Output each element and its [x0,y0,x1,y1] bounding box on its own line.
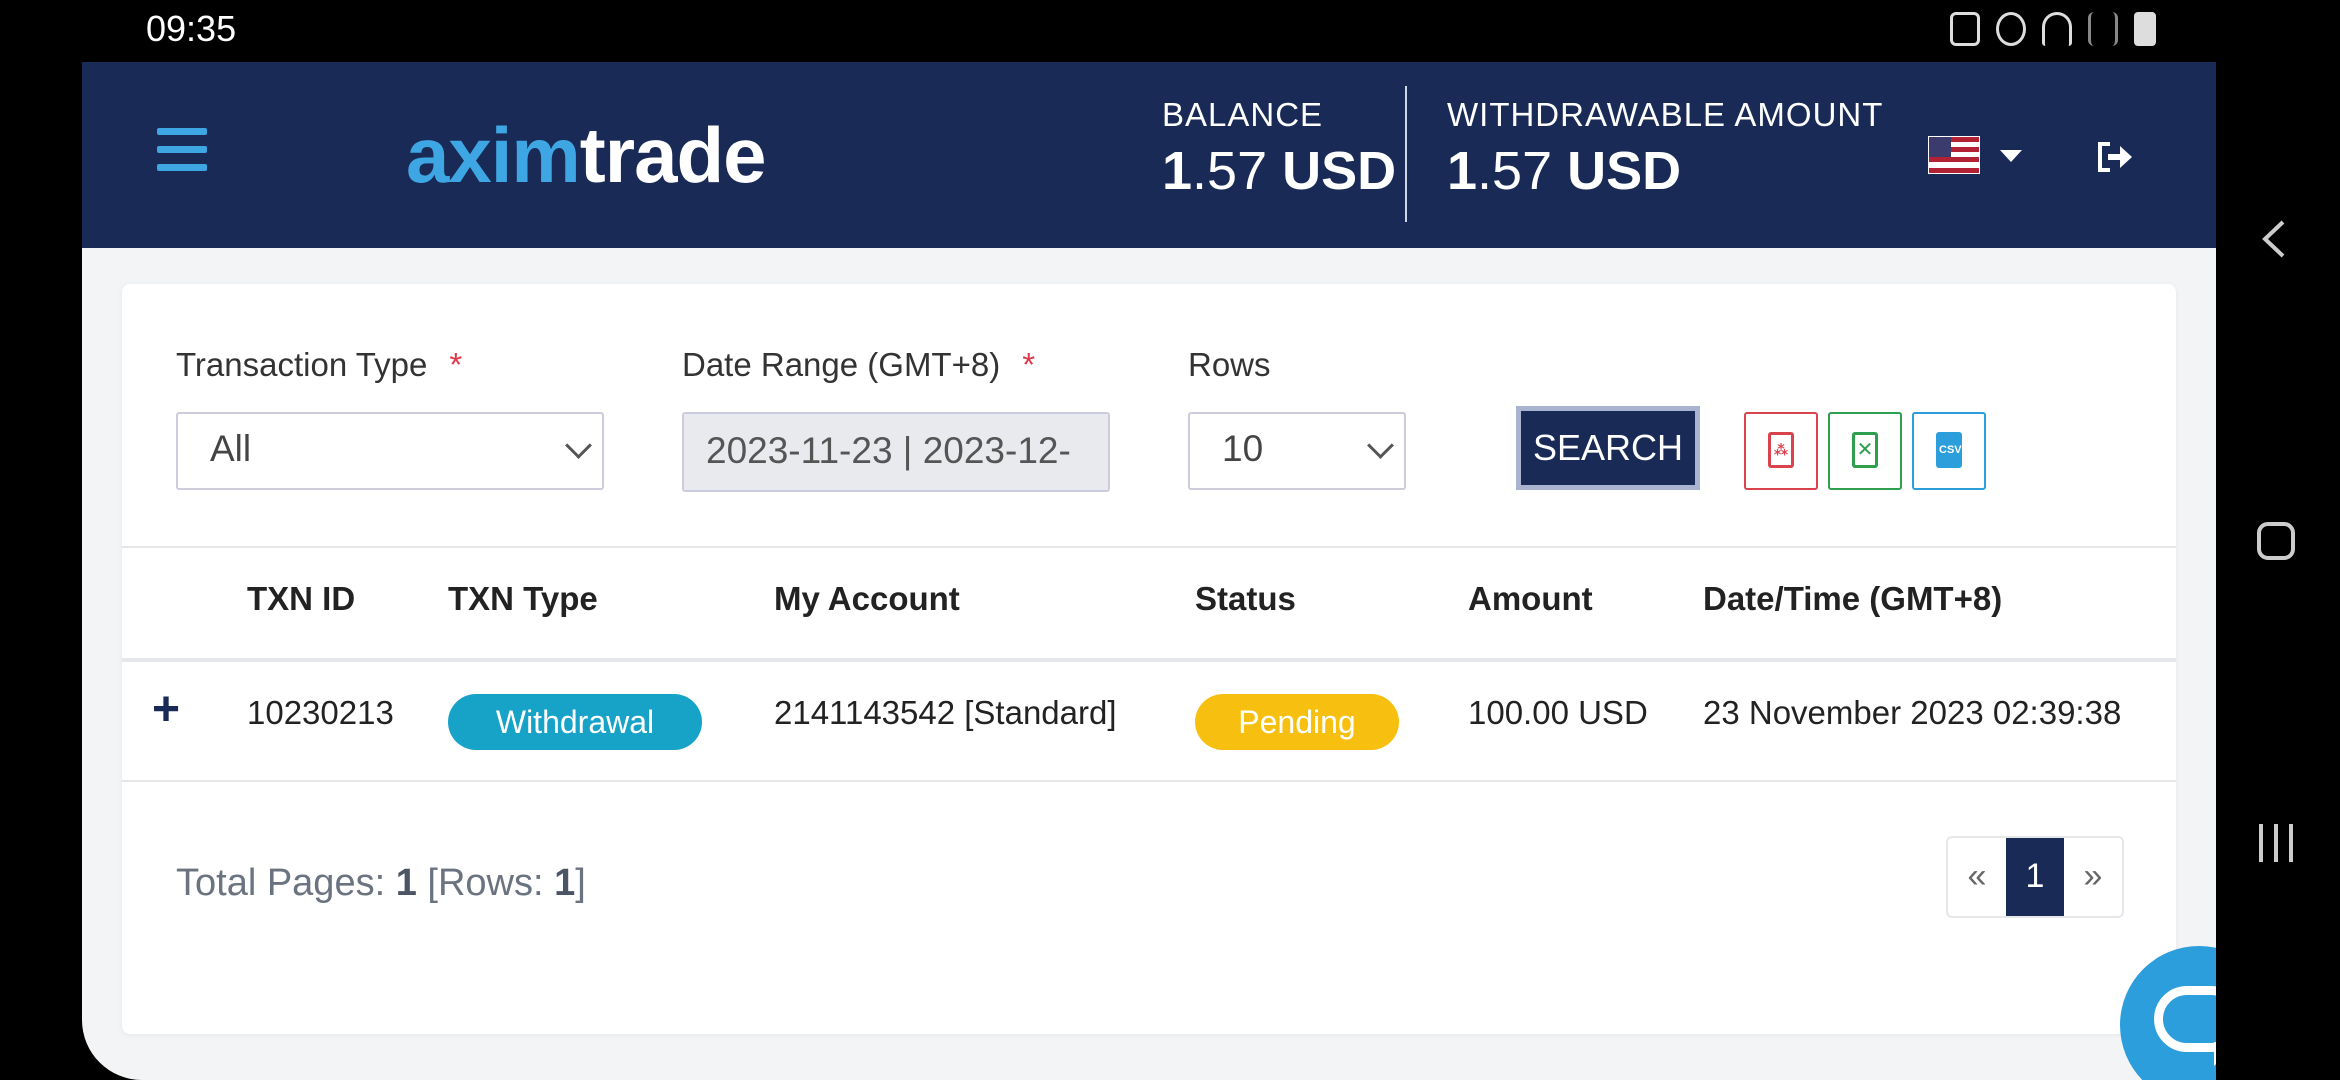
total-pages-value: 1 [395,862,417,904]
cell-txn-id: 10230213 [247,694,394,731]
alarm-icon [1996,12,2026,46]
rows-value: 10 [1222,428,1264,469]
pdf-icon: ⁂ [1768,432,1794,468]
withdrawable-dec: .57 [1477,141,1553,201]
balance-currency: USD [1282,141,1397,201]
status-time: 09:35 [146,8,237,49]
status-bar: 09:35 [0,0,2216,62]
header-amount: Amount [1468,580,1593,617]
chevron-down-icon [1367,432,1394,459]
total-pages-text: Total Pages: 1 [Rows: 1] [176,862,586,904]
back-icon[interactable] [2251,214,2301,264]
status-icons [1950,12,2156,46]
header-my-account: My Account [774,580,960,617]
withdrawable-int: 1 [1447,141,1478,201]
header-txn-id: TXN ID [247,580,356,617]
language-dropdown-caret[interactable] [2000,150,2022,162]
logo-part-axim: axim [406,111,581,199]
transaction-type-label-text: Transaction Type [176,346,428,383]
withdrawable-value: 1.57 USD [1447,140,1883,202]
page-1-button[interactable]: 1 [2006,838,2064,916]
app-viewport: aximtrade BALANCE 1.57 USD WITHDRAWABLE … [82,62,2216,1080]
withdrawable-block: WITHDRAWABLE AMOUNT 1.57 USD [1447,96,1883,202]
status-badge: Pending [1195,694,1399,750]
wifi-icon [2042,12,2072,46]
battery-saver-icon [1950,12,1980,46]
logo-part-trade: trade [579,111,767,199]
cell-datetime: 23 November 2023 02:39:38 [1703,694,2122,731]
chevron-down-icon [565,432,592,459]
total-pages-label: Total Pages: [176,862,386,904]
rows-count-label: Rows: [437,862,544,904]
balance-value: 1.57 USD [1162,140,1396,202]
rows-select[interactable]: 10 [1188,412,1406,490]
battery-icon [2134,12,2156,46]
header-status: Status [1195,580,1296,617]
top-header: aximtrade BALANCE 1.57 USD WITHDRAWABLE … [82,62,2216,248]
transaction-type-value: All [210,428,252,469]
table-header-divider [122,658,2176,662]
transaction-type-label: Transaction Type * [176,346,462,384]
rows-label: Rows [1188,346,1271,383]
date-range-label: Date Range (GMT+8) * [682,346,1035,384]
aximtrade-logo[interactable]: aximtrade [406,110,767,201]
rows-count-value: 1 [554,862,576,904]
search-button[interactable]: SEARCH [1516,406,1700,490]
signal-icon [2088,12,2118,46]
export-excel-button[interactable]: ✕ [1828,412,1902,490]
system-nav-bar [2216,0,2340,1080]
balance-block: BALANCE 1.57 USD [1162,96,1396,202]
cell-amount: 100.00 USD [1468,694,1648,731]
required-mark: * [1022,346,1036,383]
header-datetime: Date/Time (GMT+8) [1703,580,2003,617]
pagination: « 1 » [1946,836,2124,918]
next-page-button[interactable]: » [2064,838,2122,916]
table-top-divider [122,546,2176,548]
balance-int: 1 [1162,141,1193,201]
balance-label: BALANCE [1162,96,1324,133]
logout-icon[interactable] [2096,140,2134,174]
withdrawable-currency: USD [1567,141,1682,201]
plus-icon[interactable]: + [152,682,180,737]
date-range-label-text: Date Range (GMT+8) [682,346,1001,383]
txn-type-badge: Withdrawal [448,694,702,750]
us-flag-icon[interactable] [1928,136,1980,174]
header-txn-type: TXN Type [448,580,598,617]
export-pdf-button[interactable]: ⁂ [1744,412,1818,490]
cell-account: 2141143542 [Standard] [774,694,1117,731]
balance-dec: .57 [1192,141,1268,201]
table-bottom-divider [122,780,2176,782]
required-mark: * [449,346,463,383]
date-range-input[interactable]: 2023-11-23 | 2023-12- [682,412,1110,492]
export-csv-button[interactable]: CSV [1912,412,1986,490]
transaction-type-select[interactable]: All [176,412,604,490]
home-icon[interactable] [2251,516,2301,566]
csv-icon: CSV [1936,432,1962,468]
header-divider [1405,86,1407,222]
excel-icon: ✕ [1852,432,1878,468]
withdrawable-label: WITHDRAWABLE AMOUNT [1447,96,1884,133]
prev-page-button[interactable]: « [1948,838,2006,916]
recents-icon[interactable] [2251,818,2301,868]
menu-icon[interactable] [157,128,207,172]
